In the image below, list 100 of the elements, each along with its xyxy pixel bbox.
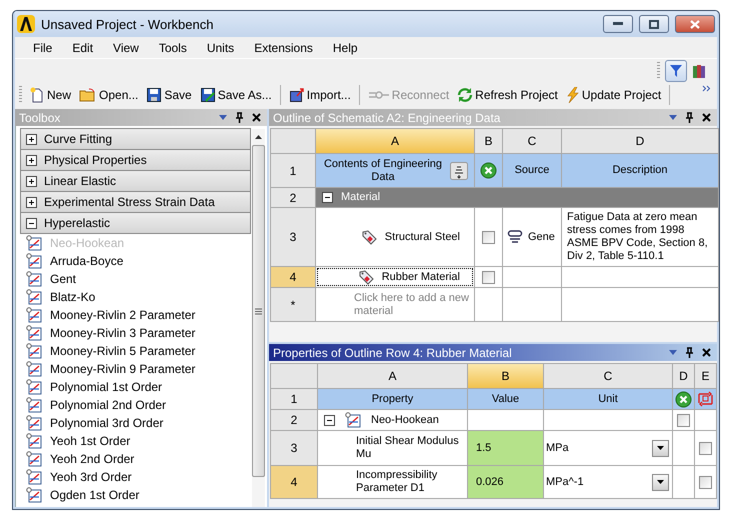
toolbar-button[interactable]: Save (142, 84, 196, 106)
tag-icon (360, 229, 377, 245)
column-title: Unit (598, 392, 618, 406)
material-cell[interactable]: Rubber Material (316, 267, 474, 287)
toolbox-item[interactable]: Yeoh 1st Order (20, 432, 251, 450)
column-title: Property (372, 392, 414, 406)
curve-chart-icon (26, 415, 42, 431)
toolbox-item[interactable]: Mooney-Rivlin 3 Parameter (20, 324, 251, 342)
row-number[interactable]: * (271, 288, 315, 321)
caret-icon (657, 480, 664, 484)
menu-item[interactable]: View (103, 40, 149, 54)
toolbox-item[interactable]: Mooney-Rivlin 9 Parameter (20, 360, 251, 378)
toolbar-button[interactable]: Save As... (196, 84, 276, 106)
toolbox-item[interactable]: Blatz-Ko (20, 288, 251, 306)
column-header[interactable]: E (695, 364, 716, 388)
dropdown-button[interactable] (652, 474, 669, 490)
column-title: Description (612, 164, 668, 177)
toolbox-item[interactable]: Yeoh 2nd Order (20, 450, 251, 468)
minimize-button[interactable] (603, 15, 633, 33)
toolbar-button[interactable]: Open... (75, 84, 142, 106)
toolbar-button[interactable]: New (25, 84, 76, 106)
unit-dropdown[interactable]: MPa (544, 431, 672, 465)
menu-item[interactable]: Extensions (244, 40, 323, 54)
row-number[interactable]: 1 (271, 154, 315, 187)
toolbar-button[interactable]: Update Project (562, 84, 666, 106)
column-title-cell: Contents of Engineering Data (316, 154, 474, 187)
row-number[interactable]: 3 (271, 431, 317, 465)
column-header[interactable]: B (468, 364, 543, 388)
curve-chart-icon (26, 289, 42, 305)
checkbox[interactable] (677, 414, 690, 426)
curve-chart-icon (26, 343, 42, 359)
pin-icon (685, 112, 694, 123)
row-number[interactable]: 2 (271, 188, 315, 207)
column-title: Source (514, 164, 550, 177)
link-icon (507, 229, 523, 245)
toolbox-category[interactable]: Linear Elastic (20, 170, 251, 192)
column-header[interactable]: C (503, 129, 561, 153)
toolbar-button[interactable]: Refresh Project (453, 84, 562, 106)
value-field[interactable]: 0.026 (468, 466, 543, 498)
toolbox-item[interactable]: Polynomial 2nd Order (20, 396, 251, 414)
column-header[interactable]: A (316, 129, 474, 153)
checkbox[interactable] (699, 442, 712, 454)
column-header[interactable]: A (318, 364, 467, 388)
category-label: Hyperelastic (44, 216, 110, 230)
menu-item[interactable]: File (23, 40, 62, 54)
dropdown-icon (669, 115, 677, 120)
toolbox-item[interactable]: Ogden 1st Order (20, 486, 251, 504)
toolbox-item[interactable]: Polynomial 1st Order (20, 378, 251, 396)
close-icon (252, 113, 261, 122)
row-number[interactable]: 3 (271, 208, 315, 266)
column-header[interactable]: D (562, 129, 718, 153)
minimize-icon (613, 22, 623, 26)
column-header[interactable]: B (475, 129, 502, 153)
column-header[interactable]: C (544, 364, 672, 388)
value-field[interactable]: 1.5 (468, 431, 543, 465)
toolbox-item[interactable]: Yeoh 3rd Order (20, 468, 251, 486)
unit-dropdown[interactable]: MPa^-1 (544, 466, 672, 498)
row-number[interactable]: 4 (271, 466, 317, 498)
row-number[interactable]: 2 (271, 410, 317, 430)
close-button[interactable] (675, 15, 715, 33)
curve-chart-icon (26, 451, 42, 467)
new-page-icon (29, 87, 45, 103)
curve-chart-icon (26, 271, 42, 287)
checkbox[interactable] (482, 230, 495, 244)
toolbox-category[interactable]: Experimental Stress Strain Data (20, 191, 251, 213)
folder-icon (79, 87, 98, 103)
toolbox-category[interactable]: Physical Properties (20, 149, 251, 171)
table-corner (271, 364, 317, 388)
cell-text: Incompressibility Parameter D1 (356, 469, 438, 495)
toolbox-item[interactable]: Mooney-Rivlin 2 Parameter (20, 306, 251, 324)
chevron-icon[interactable] (702, 85, 711, 92)
maximize-button[interactable] (639, 15, 669, 33)
toolbar-button[interactable]: Import... (284, 84, 355, 106)
category-label: Linear Elastic (44, 174, 116, 188)
filter-button[interactable] (665, 60, 687, 82)
curve-chart-icon (26, 253, 42, 269)
toolbox-item[interactable]: Arruda-Boyce (20, 252, 251, 270)
menu-item[interactable]: Tools (148, 40, 197, 54)
column-header[interactable]: D (673, 364, 694, 388)
pin-icon (235, 112, 244, 123)
menu-item[interactable]: Edit (62, 40, 104, 54)
add-material-placeholder[interactable]: Click here to add a new material (354, 292, 470, 318)
dropdown-icon (669, 350, 677, 355)
window-title: Unsaved Project - Workbench (41, 16, 214, 32)
properties-header: Properties of Outline Row 4: Rubber Material (269, 344, 717, 361)
material-cell[interactable]: Structural Steel (316, 208, 474, 266)
checkbox[interactable] (482, 270, 495, 284)
toolbox-item[interactable]: Gent (20, 270, 251, 288)
row-number[interactable]: 1 (271, 389, 317, 409)
menu-item[interactable]: Help (322, 40, 368, 54)
menu-item[interactable]: Units (196, 40, 244, 54)
toolbox-category[interactable]: Hyperelastic (20, 212, 251, 234)
toolbox-category[interactable]: Curve Fitting (20, 128, 251, 150)
row-number[interactable]: 4 (271, 267, 315, 287)
checkbox[interactable] (699, 476, 712, 488)
toolbox-item[interactable]: Polynomial 3rd Order (20, 414, 251, 432)
pin-icon (685, 347, 694, 358)
category-label: Experimental Stress Strain Data (44, 195, 215, 209)
dropdown-button[interactable] (652, 440, 669, 456)
toolbox-item[interactable]: Mooney-Rivlin 5 Parameter (20, 342, 251, 360)
